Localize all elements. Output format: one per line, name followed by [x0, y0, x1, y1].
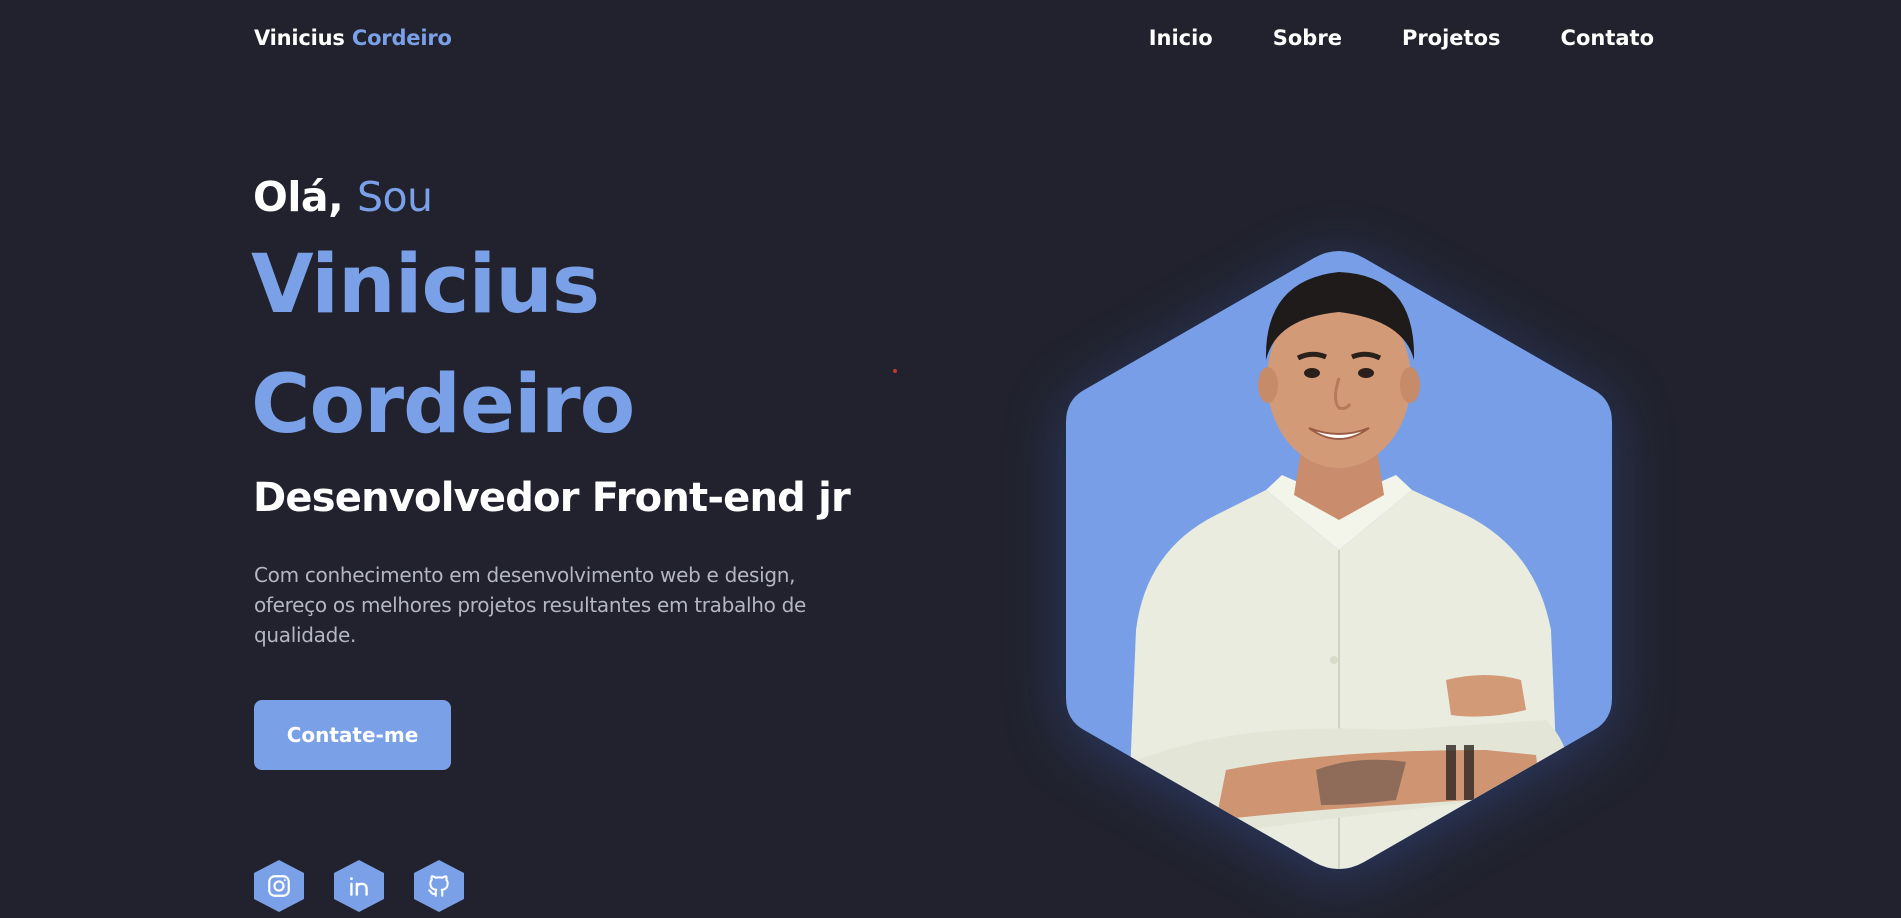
social-links [254, 860, 464, 912]
logo-first: Vinicius [254, 26, 345, 50]
greeting: Olá, Sou [253, 173, 433, 221]
nav-sobre[interactable]: Sobre [1273, 26, 1342, 50]
linkedin-link[interactable] [334, 860, 384, 912]
github-link[interactable] [414, 860, 464, 912]
contact-button[interactable]: Contate-me [254, 700, 451, 770]
greeting-prefix: Olá, [253, 173, 344, 221]
profile-photo [1066, 251, 1612, 869]
decorative-dot [893, 369, 897, 373]
hero-description: Com conhecimento em desenvolvimento web … [254, 563, 807, 647]
nav-contato[interactable]: Contato [1561, 26, 1654, 50]
hero-first-name: Vinicius [251, 238, 600, 332]
instagram-link[interactable] [254, 860, 304, 912]
main-nav: Inicio Sobre Projetos Contato [1149, 26, 1654, 50]
nav-projetos[interactable]: Projetos [1402, 26, 1501, 50]
profile-hexagon [1066, 250, 1612, 870]
hero-role: Desenvolvedor Front-end jr [253, 475, 851, 521]
logo-second: Cordeiro [351, 26, 452, 50]
instagram-icon [268, 875, 290, 897]
hero-last-name: Cordeiro [251, 358, 635, 452]
greeting-accent: Sou [356, 173, 433, 221]
github-icon [428, 875, 449, 897]
nav-inicio[interactable]: Inicio [1149, 26, 1213, 50]
page: Vinicius Cordeiro Inicio Sobre Projetos … [0, 0, 1901, 918]
linkedin-icon [350, 877, 368, 896]
logo-link[interactable]: Vinicius Cordeiro [254, 26, 452, 50]
